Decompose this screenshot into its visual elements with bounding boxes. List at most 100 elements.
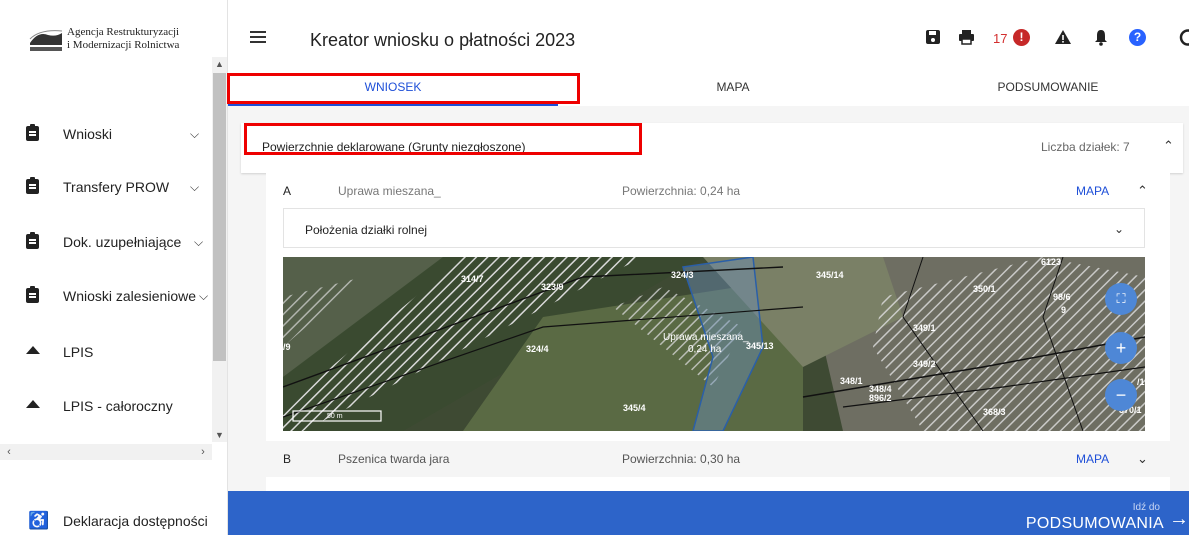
alert-count: 17: [993, 31, 1008, 46]
bell-icon[interactable]: [1094, 29, 1108, 46]
parcel-label: 9: [1061, 305, 1067, 315]
sidebar-item-lpis-caloroczny[interactable]: LPIS - całoroczny: [0, 391, 212, 421]
parcel-label: 350/1: [973, 284, 996, 294]
parcel-label: 323/9: [541, 282, 564, 292]
scrollbar-thumb[interactable]: [213, 73, 226, 361]
parcel-label: 345/4: [623, 403, 646, 413]
tab-podsumowanie[interactable]: PODSUMOWANIE: [908, 68, 1188, 106]
agency-name-line1: Agencja Restrukturyzacji: [67, 26, 180, 38]
sidebar-item-label: Wnioski zalesieniowe: [63, 288, 197, 304]
top-bar: Kreator wniosku o płatności 2023 17 ! ?: [228, 0, 1189, 68]
parcel-label: 349/1: [913, 323, 936, 333]
chevron-down-icon[interactable]: ⌵: [199, 289, 208, 304]
sidebar: Agencja Restrukturyzacji i Modernizacji …: [0, 0, 228, 535]
fullscreen-icon[interactable]: ⛶: [1105, 283, 1137, 315]
summary-label: PODSUMOWANIA: [1025, 515, 1164, 532]
chevron-down-icon[interactable]: ⌵: [190, 127, 199, 142]
parcel-label: 368/3: [983, 407, 1006, 417]
chevron-down-icon[interactable]: ⌵: [190, 180, 199, 195]
parcel-map[interactable]: 314/7 323/9 324/3 345/14 350/1 98/6 9 32…: [283, 257, 1145, 431]
sidebar-item-label: LPIS: [63, 344, 94, 360]
sidebar-item-label: Deklaracja dostępności: [63, 513, 208, 529]
main-content: Powierzchnie deklarowane (Grunty niezgło…: [228, 106, 1189, 491]
highlight-area-label: 0,24 ha: [688, 344, 722, 355]
parcel-label: 896/2: [869, 393, 892, 403]
agency-name-line2: i Modernizacji Rolnictwa: [67, 39, 180, 51]
parcel-label: 349/2: [913, 359, 936, 369]
parcel-row-a[interactable]: A Uprawa mieszana_ Powierzchnia: 0,24 ha…: [266, 173, 1170, 207]
parcel-label: /1: [1137, 377, 1145, 387]
arimr-logo: [28, 25, 64, 53]
parcel-map-link[interactable]: MAPA: [1076, 452, 1109, 466]
chevron-down-icon[interactable]: ⌄: [1114, 222, 1124, 236]
parcel-area: Powierzchnia: 0,24 ha: [622, 184, 741, 198]
map-scale-label: 50 m: [327, 413, 343, 420]
mountain-icon: [26, 398, 40, 414]
clipboard-icon: [26, 232, 40, 250]
error-icon[interactable]: !: [1013, 29, 1030, 46]
clipboard-icon: [26, 124, 40, 142]
chevron-up-icon[interactable]: ⌃: [1163, 138, 1174, 154]
parcels-list: A Uprawa mieszana_ Powierzchnia: 0,24 ha…: [266, 173, 1170, 491]
highlight-box-section: [244, 123, 642, 155]
menu-icon[interactable]: [250, 31, 266, 43]
parcel-count: Liczba działek: 7: [1041, 140, 1130, 154]
arrow-right-icon: →: [1169, 508, 1189, 530]
parcel-area: Powierzchnia: 0,30 ha: [622, 452, 741, 466]
parcel-label: 98/6: [1053, 292, 1071, 302]
print-icon[interactable]: [958, 29, 975, 45]
parcel-crop: Pszenica twarda jara: [338, 452, 450, 466]
warning-icon[interactable]: [1054, 29, 1072, 45]
parcel-label: 345/13: [746, 341, 774, 351]
accessibility-icon: ♿: [28, 511, 50, 530]
clipboard-icon: [26, 286, 40, 304]
parcel-label: /9: [283, 342, 291, 352]
agency-name: Agencja Restrukturyzacji i Modernizacji …: [67, 26, 179, 52]
clipboard-icon: [26, 177, 40, 195]
chevron-up-icon[interactable]: ⌃: [1137, 183, 1148, 199]
scroll-left-arrow[interactable]: ‹: [2, 444, 16, 460]
help-icon[interactable]: ?: [1129, 29, 1146, 46]
mountain-icon: [26, 344, 40, 360]
scroll-right-arrow[interactable]: ›: [196, 444, 210, 460]
go-to-label: Idź do: [1132, 502, 1160, 513]
sidebar-item-label: LPIS - całoroczny: [63, 398, 173, 414]
save-icon[interactable]: [925, 29, 941, 45]
sidebar-item-label: Wnioski: [63, 126, 113, 142]
page-title: Kreator wniosku o płatności 2023: [310, 30, 576, 50]
chevron-down-icon[interactable]: ⌄: [1137, 451, 1148, 467]
parcel-label: 314/7: [461, 274, 484, 284]
sidebar-item-transfery[interactable]: Transfery PROW ⌵: [0, 172, 212, 202]
parcel-letter: B: [283, 452, 292, 466]
location-expander[interactable]: Położenia działki rolnej ⌄: [283, 208, 1145, 248]
sidebar-item-wnioski[interactable]: Wnioski ⌵: [0, 119, 212, 149]
sidebar-item-dok-uzupelniajace[interactable]: Dok. uzupełniające ⌵: [0, 227, 212, 257]
parcel-letter: A: [283, 184, 292, 198]
parcel-label: 345/14: [816, 270, 844, 280]
parcel-crop: Uprawa mieszana_: [338, 184, 441, 198]
sidebar-horizontal-scrollbar[interactable]: ‹ ›: [0, 444, 212, 460]
parcel-label: 6123: [1041, 257, 1062, 267]
app-root: Agencja Restrukturyzacji i Modernizacji …: [0, 0, 1189, 535]
sidebar-item-lpis[interactable]: LPIS: [0, 337, 212, 367]
zoom-out-button[interactable]: −: [1105, 379, 1137, 411]
chevron-down-icon[interactable]: ⌵: [194, 235, 203, 250]
sidebar-item-label: Dok. uzupełniające: [63, 234, 182, 250]
scroll-down-arrow[interactable]: ▼: [212, 428, 227, 442]
sidebar-item-label: Transfery PROW: [63, 179, 170, 195]
parcel-label: 348/1: [840, 376, 863, 386]
zoom-in-button[interactable]: +: [1105, 332, 1137, 364]
sidebar-vertical-scrollbar[interactable]: ▲ ▼: [212, 57, 227, 442]
parcel-map-link[interactable]: MAPA: [1076, 184, 1109, 198]
sidebar-item-accessibility[interactable]: ♿ Deklaracja dostępności: [0, 506, 212, 535]
sidebar-item-wnioski-zalesieniowe[interactable]: Wnioski zalesieniowe ⌵: [0, 281, 212, 311]
tab-mapa[interactable]: MAPA: [558, 68, 908, 106]
highlight-box-tab: [227, 73, 580, 104]
account-icon[interactable]: [1178, 29, 1189, 46]
location-label: Położenia działki rolnej: [305, 223, 428, 237]
parcel-label: 324/3: [671, 270, 694, 280]
parcel-label: 324/4: [526, 344, 549, 354]
parcel-row-b[interactable]: B Pszenica twarda jara Powierzchnia: 0,3…: [266, 441, 1170, 477]
scroll-up-arrow[interactable]: ▲: [212, 57, 227, 71]
go-to-summary-bar[interactable]: Idź do PODSUMOWANIA →: [228, 491, 1189, 535]
